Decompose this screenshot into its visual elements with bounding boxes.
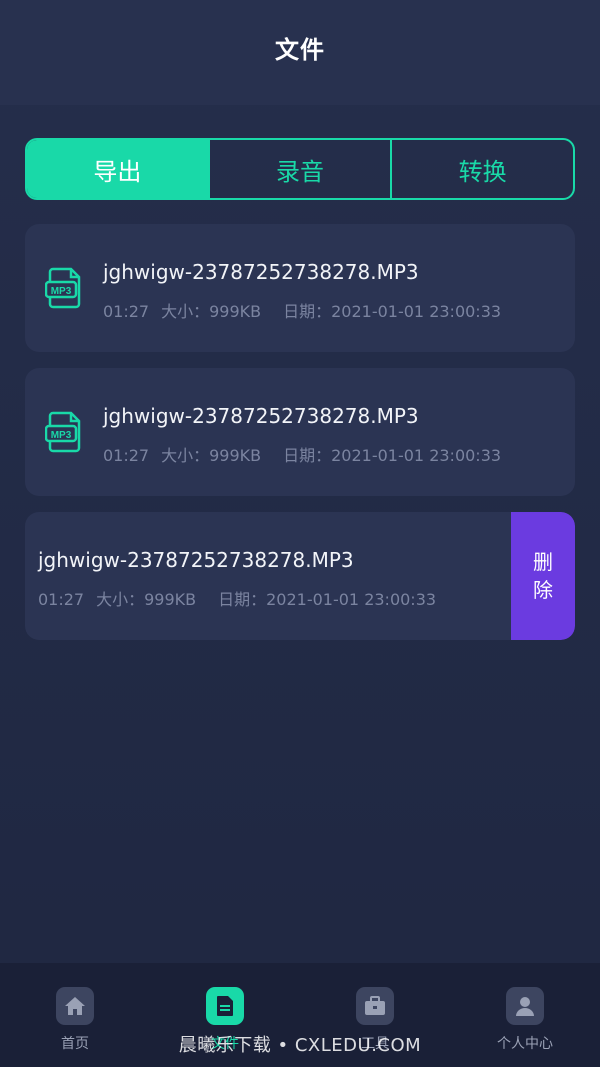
file-duration: 01:27: [38, 590, 85, 609]
file-name: jghwigw-23787252738278.MP3: [38, 548, 354, 572]
user-icon: [506, 987, 544, 1025]
file-duration: 01:27: [103, 302, 150, 321]
segmented-tabs: 导出 录音 转换: [25, 138, 575, 200]
svg-text:MP3: MP3: [51, 286, 72, 297]
file-meta: 01:27 大小：999KB 日期：2021-01-01 23:00:33: [103, 298, 513, 322]
nav-item-home[interactable]: 首页: [0, 963, 150, 1067]
nav-item-tools[interactable]: 工具: [300, 963, 450, 1067]
nav-item-files[interactable]: 文件: [150, 963, 300, 1067]
file-size: 大小：999KB: [96, 590, 197, 609]
file-duration: 01:27: [103, 446, 150, 465]
file-name: jghwigw-23787252738278.MP3: [103, 260, 419, 284]
file-size: 大小：999KB: [161, 302, 262, 321]
file-date: 日期：2021-01-01 23:00:33: [283, 302, 502, 321]
file-name: jghwigw-23787252738278.MP3: [103, 404, 419, 428]
app-screen: 文件 导出 录音 转换 MP3 jghwigw-23787252738278.M…: [0, 0, 600, 1067]
delete-label-line2: 除: [533, 578, 553, 602]
file-list-item-swiped[interactable]: jghwigw-23787252738278.MP3 01:27 大小：999KB…: [25, 512, 575, 640]
file-date: 日期：2021-01-01 23:00:33: [218, 590, 437, 609]
bottom-nav: 首页 文件 工具 个人中心: [0, 963, 600, 1067]
file-date: 日期：2021-01-01 23:00:33: [283, 446, 502, 465]
file-meta: 01:27 大小：999KB 日期：2021-01-01 23:00:33: [103, 442, 513, 466]
page-title: 文件: [275, 36, 325, 64]
file-icon: [206, 987, 244, 1025]
file-size: 大小：999KB: [161, 446, 262, 465]
nav-label: 文件: [211, 1036, 239, 1052]
mp3-file-icon: MP3: [45, 411, 81, 453]
toolbox-icon: [356, 987, 394, 1025]
home-icon: [56, 987, 94, 1025]
nav-label: 个人中心: [497, 1036, 553, 1052]
file-list-item[interactable]: MP3 jghwigw-23787252738278.MP3 01:27 大小：9…: [25, 368, 575, 496]
nav-label: 首页: [61, 1036, 89, 1052]
tab-export[interactable]: 导出: [27, 140, 210, 198]
tab-recording[interactable]: 录音: [210, 140, 393, 198]
delete-button[interactable]: 删 除: [511, 512, 575, 640]
tab-convert[interactable]: 转换: [392, 140, 573, 198]
file-list-item[interactable]: MP3 jghwigw-23787252738278.MP3 01:27 大小：9…: [25, 224, 575, 352]
svg-text:MP3: MP3: [51, 430, 72, 441]
header: 文件: [0, 0, 600, 105]
nav-label: 工具: [361, 1036, 389, 1052]
nav-item-profile[interactable]: 个人中心: [450, 963, 600, 1067]
mp3-file-icon: MP3: [45, 267, 81, 309]
delete-label-line1: 删: [533, 550, 553, 574]
file-meta: 01:27 大小：999KB 日期：2021-01-01 23:00:33: [38, 586, 448, 610]
